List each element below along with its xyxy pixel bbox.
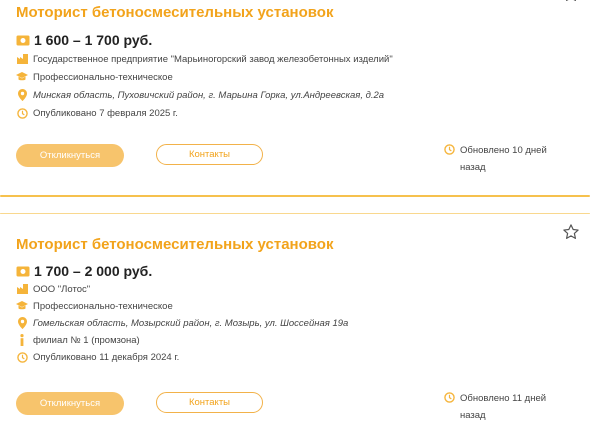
clock-icon <box>444 144 455 155</box>
building-icon <box>16 283 28 295</box>
graduation-cap-icon <box>16 300 28 312</box>
education: Профессионально-техническое <box>33 300 173 312</box>
updated-text-2: назад <box>460 410 486 421</box>
company-name[interactable]: Государственное предприятие "Марьиногорс… <box>33 54 393 65</box>
clock-icon <box>444 392 455 403</box>
graduation-cap-icon <box>16 71 28 83</box>
branch: филиал № 1 (промзона) <box>33 334 140 346</box>
location-row: Минская область, Пуховичский район, г. М… <box>16 89 384 101</box>
location: Гомельская область, Мозырский район, г. … <box>33 317 349 329</box>
updated-info: Обновлено 10 дней назад <box>444 142 574 176</box>
vacancy-title[interactable]: Моторист бетоносмесительных установок <box>16 4 333 21</box>
card-divider <box>0 195 590 197</box>
vacancy-card: Моторист бетоносмесительных установок 1 … <box>0 214 590 444</box>
vacancy-title[interactable]: Моторист бетоносмесительных установок <box>16 236 333 253</box>
info-icon <box>16 334 28 346</box>
updated-info: Обновлено 11 дней назад <box>444 390 574 424</box>
vacancy-card: Моторист бетоносмесительных установок 1 … <box>0 0 590 196</box>
education-row: Профессионально-техническое <box>16 300 173 312</box>
salary: 1 700 – 2 000 руб. <box>16 263 152 279</box>
contacts-button[interactable]: Контакты <box>156 144 263 165</box>
contacts-button[interactable]: Контакты <box>156 392 263 413</box>
salary-value: 1 600 – 1 700 руб. <box>34 32 153 48</box>
salary-value: 1 700 – 2 000 руб. <box>34 263 153 279</box>
location-row: Гомельская область, Мозырский район, г. … <box>16 317 348 329</box>
education: Профессионально-техническое <box>33 71 173 83</box>
branch-row: филиал № 1 (промзона) <box>16 334 140 346</box>
location-pin-icon <box>16 89 28 101</box>
money-icon <box>16 266 30 276</box>
money-icon <box>16 35 30 45</box>
building-icon <box>16 53 28 65</box>
apply-button[interactable]: Откликнуться <box>16 392 124 415</box>
company-row: ООО "Лотос" <box>16 283 90 295</box>
updated-text-2: назад <box>460 162 486 173</box>
published-date: Опубликовано 11 декабря 2024 г. <box>33 351 180 363</box>
updated-text: Обновлено 11 дней <box>460 393 547 404</box>
star-icon[interactable] <box>562 0 580 3</box>
salary: 1 600 – 1 700 руб. <box>16 32 152 48</box>
clock-icon <box>16 107 28 119</box>
published-row: Опубликовано 7 февраля 2025 г. <box>16 107 178 119</box>
star-icon[interactable] <box>562 223 580 241</box>
apply-button[interactable]: Откликнуться <box>16 144 124 167</box>
updated-text: Обновлено 10 дней <box>460 145 547 156</box>
published-row: Опубликовано 11 декабря 2024 г. <box>16 351 179 363</box>
location: Минская область, Пуховичский район, г. М… <box>33 89 385 101</box>
location-pin-icon <box>16 317 28 329</box>
education-row: Профессионально-техническое <box>16 71 173 83</box>
clock-icon <box>16 351 28 363</box>
published-date: Опубликовано 7 февраля 2025 г. <box>33 107 178 119</box>
company-name[interactable]: ООО "Лотос" <box>33 284 90 295</box>
company-row: Государственное предприятие "Марьиногорс… <box>16 53 393 65</box>
